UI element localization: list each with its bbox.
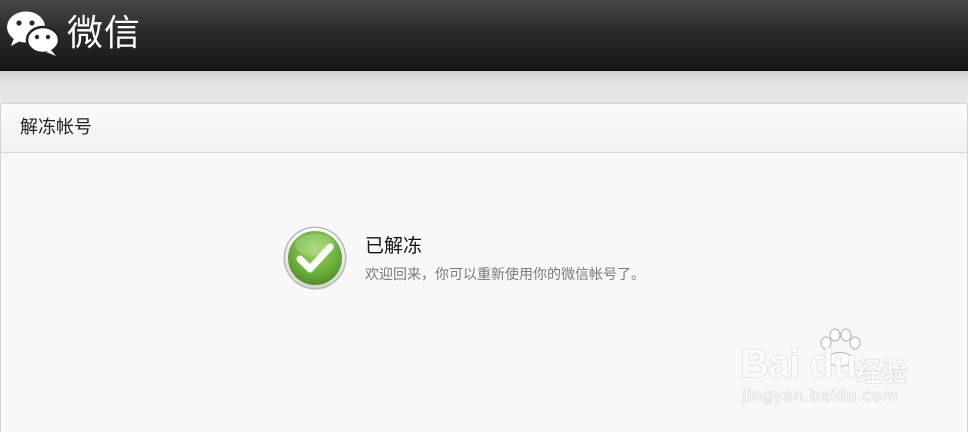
baidu-jingyan-watermark: Bai du 经验 jingyan.baidu.com [740,328,920,412]
header-shadow-strip [0,71,968,104]
status-description: 欢迎回来，你可以重新使用你的微信帐号了。 [365,267,645,283]
watermark-brand: Bai du [740,342,857,386]
top-header-bar: 微信 [0,0,968,71]
watermark-sub: 经验 [856,358,909,388]
panel-header: 解冻帐号 [1,104,967,153]
success-check-icon [283,226,347,290]
app-name: 微信 [67,13,142,54]
status-title: 已解冻 [365,235,423,257]
watermark-url: jingyan.baidu.com [742,386,899,405]
panel-title: 解冻帐号 [20,117,92,138]
wechat-logo-icon [7,11,60,56]
